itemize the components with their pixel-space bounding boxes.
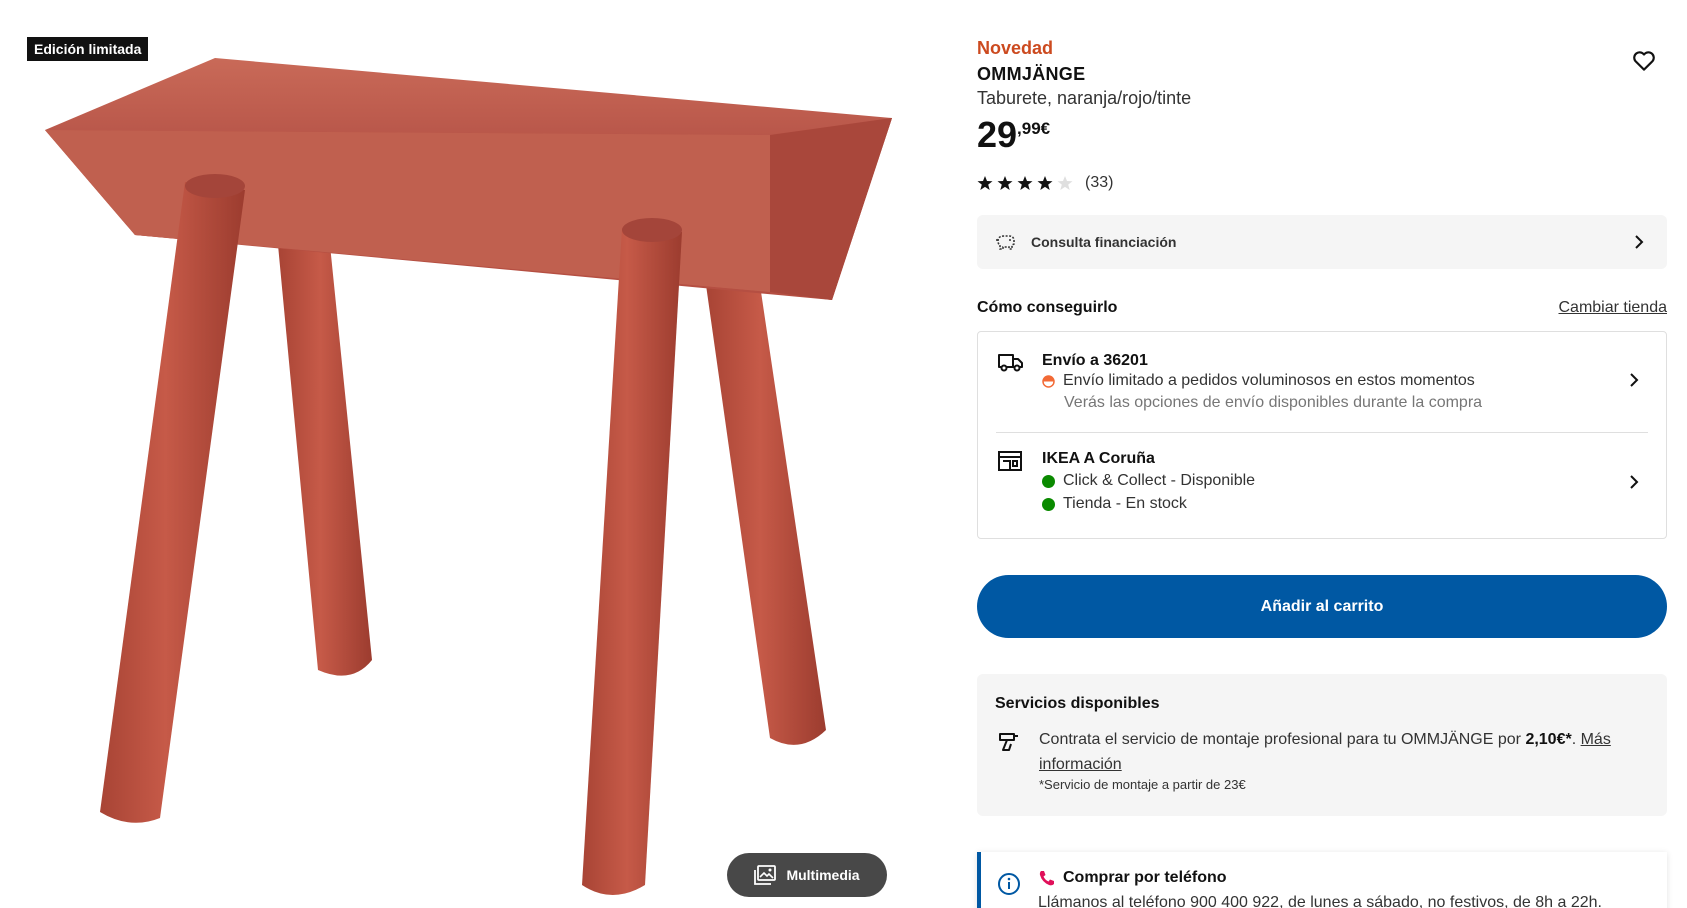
heart-icon xyxy=(1633,51,1655,71)
status-dot-green xyxy=(1042,497,1055,511)
store-stock-status: Tienda - En stock xyxy=(1042,495,1187,513)
multimedia-button[interactable]: Multimedia xyxy=(727,853,887,897)
star-empty-icon xyxy=(1057,176,1073,190)
star-filled-icon xyxy=(1017,176,1033,190)
services-text: Contrata el servicio de montaje profesio… xyxy=(1039,727,1639,777)
product-description: Taburete, naranja/rojo/tinte xyxy=(977,88,1192,108)
star-filled-icon xyxy=(1037,176,1053,190)
services-panel: Servicios disponibles Contrata el servic… xyxy=(977,674,1667,816)
delivery-title: Envío a 36201 xyxy=(1042,352,1148,369)
favorite-button[interactable] xyxy=(1631,48,1657,74)
add-to-cart-button[interactable]: Añadir al carrito xyxy=(977,575,1667,638)
half-circle-status-icon xyxy=(1042,374,1055,388)
info-icon xyxy=(998,873,1020,895)
product-price: 29 ,99€ xyxy=(977,115,1050,155)
multimedia-label: Multimedia xyxy=(786,867,860,883)
rating-stars xyxy=(977,175,1073,191)
truck-icon xyxy=(998,354,1023,372)
phone-purchase-panel: Comprar por teléfono Llámanos al teléfon… xyxy=(977,852,1667,908)
price-decimal: ,99€ xyxy=(1017,119,1051,138)
services-text-pre: Contrata el servicio de montaje profesio… xyxy=(1039,731,1526,748)
services-price: 2,10€* xyxy=(1525,731,1572,748)
rating-count: (33) xyxy=(1085,174,1114,191)
price-integer: 29 xyxy=(977,114,1018,155)
delivery-status: Envío limitado a pedidos voluminosos en … xyxy=(1042,372,1475,390)
product-rating[interactable]: (33) xyxy=(977,174,1113,192)
product-image[interactable] xyxy=(0,0,900,908)
delivery-note: Verás las opciones de envío disponibles … xyxy=(1064,394,1483,411)
click-collect-text: Click & Collect - Disponible xyxy=(1063,472,1256,489)
phone-text: Llámanos al teléfono 900 400 922, de lun… xyxy=(1038,894,1602,908)
chevron-right-icon xyxy=(1630,475,1639,489)
services-title: Servicios disponibles xyxy=(995,695,1160,712)
star-filled-icon xyxy=(997,176,1013,190)
drill-icon xyxy=(999,733,1018,751)
store-stock-text: Tienda - En stock xyxy=(1063,495,1187,512)
star-filled-icon xyxy=(977,176,993,190)
delivery-status-text: Envío limitado a pedidos voluminosos en … xyxy=(1063,372,1475,389)
change-store-link[interactable]: Cambiar tienda xyxy=(1559,299,1668,317)
click-collect-status: Click & Collect - Disponible xyxy=(1042,472,1255,490)
chevron-right-icon xyxy=(1635,235,1644,249)
finance-label: Consulta financiación xyxy=(1031,234,1177,250)
status-dot-green xyxy=(1042,474,1055,488)
product-media: Edición limitada Multimedia xyxy=(0,0,900,908)
store-title: IKEA A Coruña xyxy=(1042,450,1155,467)
chevron-right-icon xyxy=(1630,373,1639,387)
services-note: *Servicio de montaje a partir de 23€ xyxy=(1039,777,1246,792)
product-name: OMMJÄNGE xyxy=(977,64,1086,84)
services-text-post: . xyxy=(1571,731,1581,748)
store-icon xyxy=(998,451,1022,471)
how-to-get-title: Cómo conseguirlo xyxy=(977,299,1118,316)
phone-icon xyxy=(1039,871,1054,886)
availability-box: Envío a 36201 Envío limitado a pedidos v… xyxy=(977,331,1667,539)
new-tag: Novedad xyxy=(977,38,1054,58)
product-info: Novedad OMMJÄNGE Taburete, naranja/rojo/… xyxy=(977,0,1667,908)
gallery-icon xyxy=(754,865,777,885)
finance-button[interactable]: Consulta financiación xyxy=(977,215,1667,269)
phone-title: Comprar por teléfono xyxy=(1063,869,1227,886)
limited-edition-badge: Edición limitada xyxy=(27,37,149,61)
delivery-option[interactable]: Envío a 36201 Envío limitado a pedidos v… xyxy=(978,332,1666,432)
store-option[interactable]: IKEA A Coruña Click & Collect - Disponib… xyxy=(978,432,1666,538)
piggy-bank-icon xyxy=(996,235,1015,250)
